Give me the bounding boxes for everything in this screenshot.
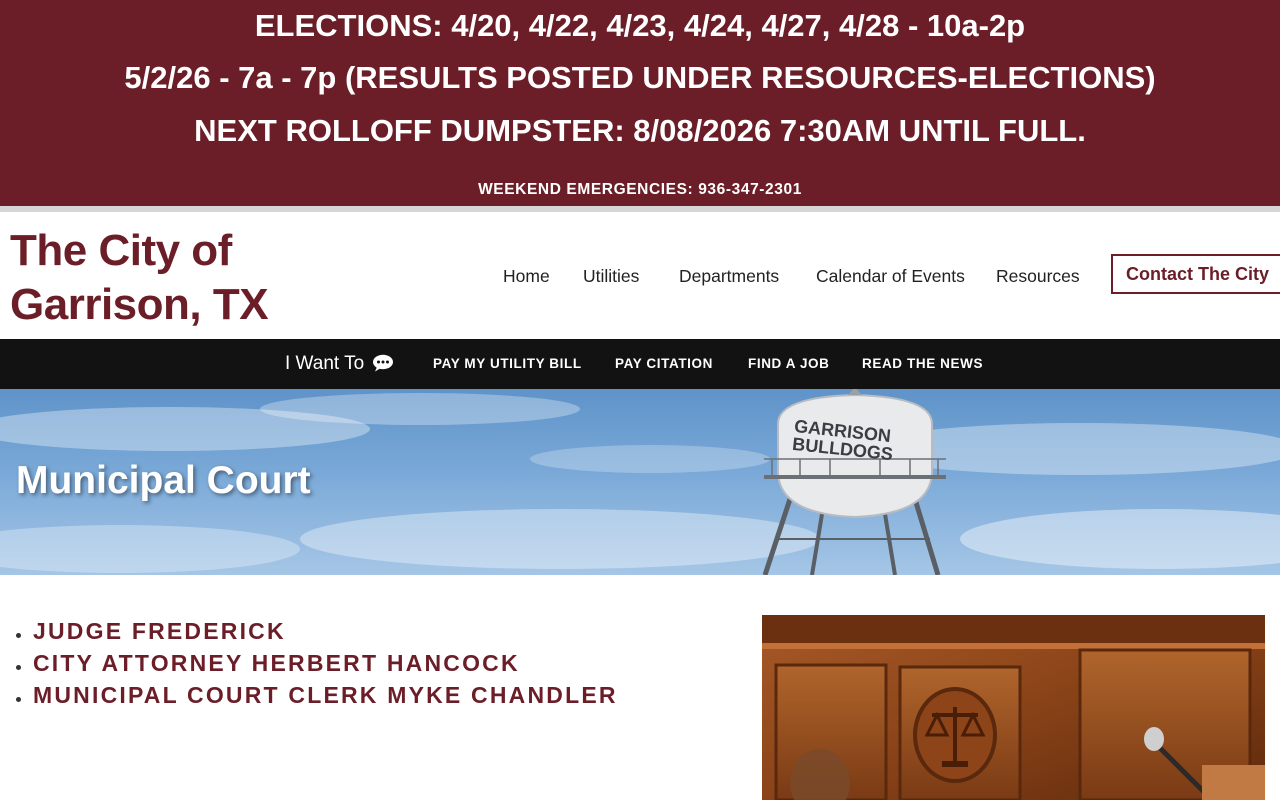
nav-utilities[interactable]: Utilities bbox=[583, 264, 639, 288]
contact-the-city-button[interactable]: Contact The City bbox=[1111, 254, 1280, 294]
alert-banner: ELECTIONS: 4/20, 4/22, 4/23, 4/24, 4/27,… bbox=[0, 0, 1280, 206]
site-title-line1: The City of bbox=[10, 226, 232, 275]
page-hero-banner: GARRISON BULLDOGS Municipal Court bbox=[0, 389, 1280, 575]
alert-elections-line: ELECTIONS: 4/20, 4/22, 4/23, 4/24, 4/27,… bbox=[254, 8, 1026, 43]
chat-bubble-icon bbox=[373, 354, 394, 372]
court-staff-list: JUDGE FREDERICK CITY ATTORNEY HERBERT HA… bbox=[16, 616, 618, 712]
quick-link-read-the-news[interactable]: READ THE NEWS bbox=[862, 355, 983, 373]
alert-dumpster-line: NEXT ROLLOFF DUMPSTER: 8/08/2026 7:30AM … bbox=[194, 113, 1086, 148]
i-want-to-label: I Want To bbox=[285, 351, 394, 377]
quick-link-find-a-job[interactable]: FIND A JOB bbox=[748, 355, 830, 373]
list-item: MUNICIPAL COURT CLERK MYKE CHANDLER bbox=[16, 680, 618, 712]
list-item: JUDGE FREDERICK bbox=[16, 616, 618, 648]
i-want-to-text: I Want To bbox=[285, 353, 365, 374]
quick-link-pay-citation[interactable]: PAY CITATION bbox=[615, 355, 713, 373]
site-title-line2: Garrison, TX bbox=[10, 280, 269, 329]
quick-link-pay-utility-bill[interactable]: PAY MY UTILITY BILL bbox=[433, 355, 582, 373]
alert-election-day-line: 5/2/26 - 7a - 7p (RESULTS POSTED UNDER R… bbox=[124, 60, 1156, 95]
page-title: Municipal Court bbox=[16, 459, 311, 502]
list-item: CITY ATTORNEY HERBERT HANCOCK bbox=[16, 648, 618, 680]
nav-resources[interactable]: Resources bbox=[996, 264, 1080, 288]
courtroom-bench-image bbox=[762, 615, 1265, 800]
header-divider bbox=[0, 206, 1280, 212]
quick-links-bar: I Want To PAY MY UTILITY BILL PAY CITATI… bbox=[0, 339, 1280, 389]
nav-departments[interactable]: Departments bbox=[679, 264, 779, 288]
courtroom-photo bbox=[762, 615, 1265, 800]
nav-home[interactable]: Home bbox=[503, 264, 550, 288]
site-logo-title[interactable]: The City of Garrison, TX bbox=[10, 224, 269, 332]
alert-emergency-phone: WEEKEND EMERGENCIES: 936-347-2301 bbox=[478, 181, 802, 198]
nav-calendar-of-events[interactable]: Calendar of Events bbox=[816, 264, 965, 288]
